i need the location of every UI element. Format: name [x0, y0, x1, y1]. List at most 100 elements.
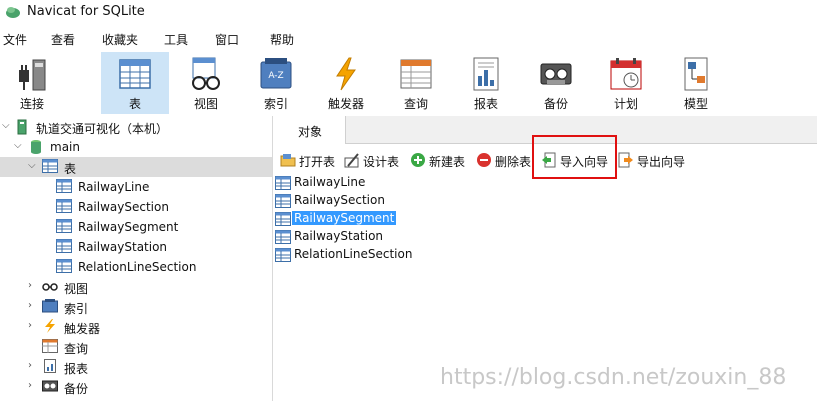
chevron-right-icon[interactable]: ›: [28, 300, 32, 311]
tree-table-item[interactable]: RelationLineSection: [0, 257, 272, 277]
tree-tables-node[interactable]: ⌵ 表: [0, 157, 272, 177]
menu-view[interactable]: 查看: [51, 31, 75, 48]
table-icon: [56, 259, 72, 273]
chevron-down-icon[interactable]: ⌵: [14, 140, 22, 151]
table-icon: [56, 179, 72, 193]
remove-icon: [477, 153, 491, 167]
pencil-ruler-icon: [344, 153, 359, 168]
title-bar: Navicat for SQLite: [0, 0, 817, 24]
chevron-down-icon[interactable]: ⌵: [28, 160, 36, 171]
database-icon: [31, 140, 41, 154]
model-icon: [684, 57, 708, 91]
object-list: RailwayLine RailwaySection RailwaySegmen…: [275, 174, 575, 264]
index-icon: [42, 299, 58, 313]
plug-icon: [19, 59, 46, 91]
chevron-down-icon[interactable]: ⌵: [2, 120, 10, 131]
menu-window[interactable]: 窗口: [215, 31, 239, 48]
table-icon: [56, 219, 72, 233]
chevron-right-icon[interactable]: ›: [28, 280, 32, 291]
delete-table-label: 删除表: [495, 155, 532, 169]
menu-favorites[interactable]: 收藏夹: [102, 31, 138, 48]
toolbar-query-button[interactable]: 查询: [382, 52, 450, 114]
folder-open-icon: [280, 154, 296, 167]
toolbar-index-label: 索引: [263, 97, 288, 111]
tab-objects[interactable]: 对象: [273, 116, 346, 144]
list-item-selected[interactable]: RailwaySegment: [275, 210, 575, 228]
list-item[interactable]: RailwayStation: [275, 228, 575, 246]
toolbar-backup-button[interactable]: 备份: [522, 52, 590, 114]
tree-group-queries[interactable]: 查询: [0, 337, 272, 357]
main-toolbar: 连接 表 视图 A-Z 索引 触发器 查询 报表 备份 计划 模型: [0, 52, 817, 116]
tape-icon: [42, 380, 58, 392]
toolbar-view-label: 视图: [193, 97, 218, 111]
report-icon: [44, 359, 56, 373]
toolbar-trigger-button[interactable]: 触发器: [312, 52, 380, 114]
menu-bar: 文件 查看 收藏夹 工具 窗口 帮助: [0, 29, 817, 49]
tree-group-views[interactable]: › 视图: [0, 277, 272, 297]
toolbar-connect-button[interactable]: 连接: [0, 52, 66, 114]
toolbar-backup-label: 备份: [543, 97, 568, 111]
toolbar-report-button[interactable]: 报表: [452, 52, 520, 114]
import-wizard-highlight-box: [532, 135, 617, 179]
toolbar-view-button[interactable]: 视图: [172, 52, 240, 114]
export-wizard-label: 导出向导: [637, 155, 686, 169]
tree-connection[interactable]: ⌵ 轨道交通可视化（本机）: [0, 117, 272, 137]
design-table-label: 设计表: [363, 155, 400, 169]
tree-table-item[interactable]: RailwayStation: [0, 237, 272, 257]
list-item[interactable]: RailwaySection: [275, 192, 575, 210]
toolbar-report-label: 报表: [473, 97, 498, 111]
tree-database-label: main: [50, 140, 80, 154]
toolbar-schedule-button[interactable]: 计划: [592, 52, 660, 114]
object-pane: 对象 打开表 设计表 新建表 删除表 导入向导 导出向导 RailwayLine…: [273, 116, 817, 401]
toolbar-table-button[interactable]: 表: [101, 52, 169, 114]
chevron-right-icon[interactable]: ›: [28, 360, 32, 371]
lightning-icon: [336, 57, 356, 91]
tree-group-label: 查询: [64, 342, 89, 356]
tree-table-label: RailwaySegment: [78, 220, 179, 234]
table-icon: [56, 199, 72, 213]
tree-group-label: 报表: [64, 362, 89, 376]
chevron-right-icon[interactable]: ›: [28, 320, 32, 331]
tree-database-main[interactable]: ⌵ main: [0, 137, 272, 157]
tree-connection-label: 轨道交通可视化（本机）: [36, 122, 169, 136]
new-table-label: 新建表: [429, 155, 466, 169]
table-icon: [275, 248, 291, 262]
table-icon: [275, 176, 291, 190]
menu-file[interactable]: 文件: [3, 31, 27, 48]
chevron-right-icon[interactable]: ›: [28, 380, 32, 391]
table-icon: [56, 239, 72, 253]
toolbar-index-button[interactable]: A-Z 索引: [242, 52, 310, 114]
list-item[interactable]: RailwayLine: [275, 174, 575, 192]
watermark-text: https://blog.csdn.net/zouxin_88: [440, 365, 787, 390]
add-icon: [411, 153, 425, 167]
navigation-tree: ⌵ 轨道交通可视化（本机） ⌵ main ⌵ 表 RailwayLine Rai…: [0, 116, 273, 401]
tree-group-triggers[interactable]: › 触发器: [0, 317, 272, 337]
window-title: Navicat for SQLite: [27, 4, 145, 19]
tree-group-label: 视图: [64, 282, 89, 296]
svg-text:A-Z: A-Z: [268, 71, 283, 81]
list-item[interactable]: RelationLineSection: [275, 246, 575, 264]
navicat-logo-icon: [6, 7, 20, 18]
tree-group-backups[interactable]: › 备份: [0, 377, 272, 397]
tree-group-indexes[interactable]: › 索引: [0, 297, 272, 317]
tree-table-label: RailwayStation: [78, 240, 168, 254]
toolbar-query-label: 查询: [403, 97, 428, 111]
list-item-label: RailwaySegment: [292, 211, 397, 225]
tree-table-item[interactable]: RailwaySegment: [0, 217, 272, 237]
toolbar-model-button[interactable]: 模型: [662, 52, 730, 114]
export-icon: [618, 152, 633, 168]
tree-tables-label: 表: [64, 162, 77, 176]
toolbar-schedule-label: 计划: [613, 97, 638, 111]
tree-group-label: 触发器: [64, 322, 101, 336]
tree-table-item[interactable]: RailwaySection: [0, 197, 272, 217]
tree-group-label: 备份: [64, 382, 89, 396]
menu-tools[interactable]: 工具: [164, 31, 188, 48]
menu-help[interactable]: 帮助: [270, 31, 294, 48]
tree-group-label: 索引: [64, 302, 89, 316]
toolbar-trigger-label: 触发器: [327, 97, 364, 111]
tree-group-reports[interactable]: › 报表: [0, 357, 272, 377]
tree-table-label: RelationLineSection: [78, 260, 197, 274]
tab-objects-label: 对象: [298, 125, 323, 139]
list-item-label: RelationLineSection: [294, 247, 413, 261]
tree-table-item[interactable]: RailwayLine: [0, 177, 272, 197]
